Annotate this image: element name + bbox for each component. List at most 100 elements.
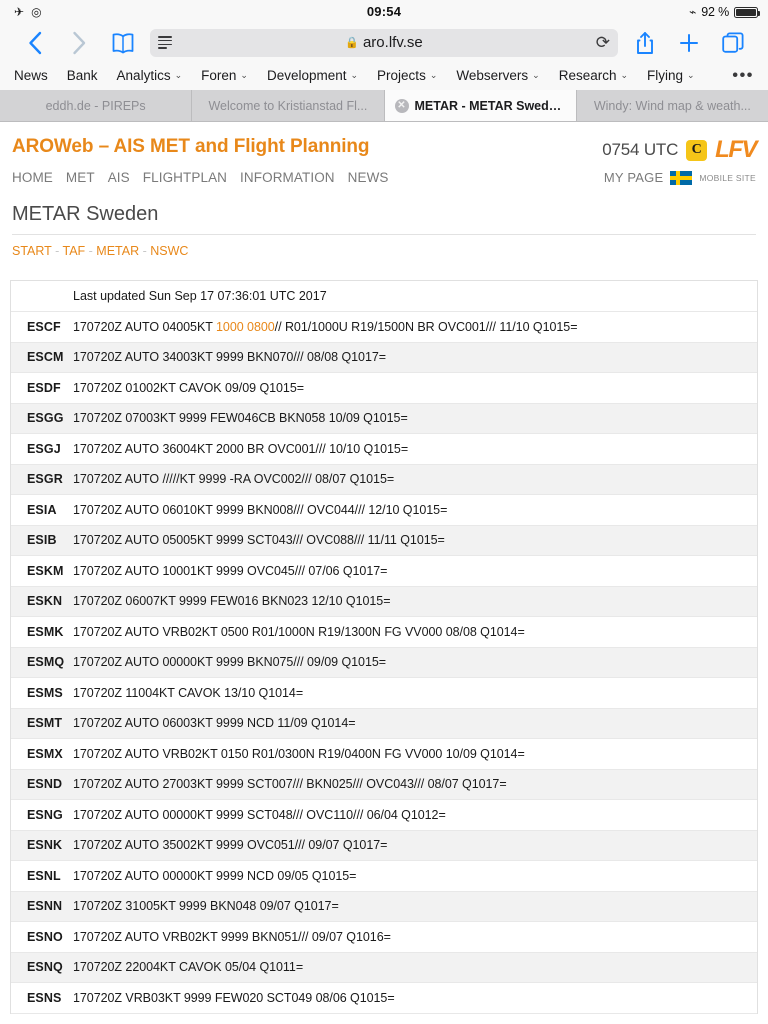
metar-row: ESNQ 170720Z 22004KT CAVOK 05/04 Q1011= (11, 952, 757, 983)
bookmark-label: Bank (66, 68, 98, 83)
icao-code: ESIB (27, 533, 57, 548)
icao-code: ESGJ (27, 441, 61, 456)
metar-text-part: 170720Z AUTO 04005KT (73, 319, 217, 334)
chevron-down-icon: ⌄ (240, 70, 248, 80)
metar-text-part: 170720Z AUTO 36004KT 2000 BR OVC001/// 1… (73, 441, 409, 456)
bookmark-news[interactable]: News (14, 68, 48, 83)
metar-row: ESGJ 170720Z AUTO 36004KT 2000 BR OVC001/… (11, 434, 757, 465)
metar-text-part: 170720Z AUTO 00000KT 9999 SCT048/// OVC1… (73, 807, 446, 822)
browser-tab[interactable]: Windy: Wind map & weath... (576, 90, 768, 121)
chevron-down-icon: ⌄ (174, 70, 183, 80)
chevron-down-icon: ⌄ (429, 70, 438, 80)
address-bar[interactable]: 🔒 aro.lfv.se ⟳ (150, 28, 618, 57)
icao-code: ESMX (27, 746, 63, 761)
metar-text-part: 170720Z AUTO 10001KT 9999 OVC045/// 07/0… (73, 563, 388, 578)
icao-code: ESMK (27, 624, 64, 639)
bookmarks-icon[interactable] (101, 26, 145, 60)
nav-item-information[interactable]: INFORMATION (240, 170, 335, 185)
bookmark-analytics[interactable]: Analytics ⌄ (117, 68, 183, 83)
metar-row: ESGG 170720Z 07003KT 9999 FEW046CB BKN058… (11, 403, 757, 434)
metar-report-text: 170720Z AUTO 34003KT 9999 BKN070/// 08/0… (73, 350, 386, 364)
icao-code: ESCF (27, 319, 61, 334)
browser-tab[interactable]: Welcome to Kristianstad Fl... (192, 90, 385, 121)
share-icon[interactable] (623, 26, 667, 60)
metar-report-text: 170720Z AUTO 06010KT 9999 BKN008/// OVC0… (73, 503, 447, 517)
metar-report-text: 170720Z AUTO VRB02KT 0150 R01/0300N R19/… (73, 747, 525, 761)
metar-report-text: 170720Z AUTO 05005KT 9999 SCT043/// OVC0… (73, 533, 445, 547)
metar-text-part: 170720Z AUTO 00000KT 9999 BKN075/// 09/0… (73, 655, 386, 670)
bookmark-webservers[interactable]: Webservers ⌄ (456, 68, 539, 83)
back-button[interactable] (13, 26, 57, 60)
metar-report-text: 170720Z 31005KT 9999 BKN048 09/07 Q1017= (73, 899, 339, 913)
metar-text-part: 170720Z 11004KT CAVOK 13/10 Q1014= (73, 685, 304, 700)
metar-text-part: 170720Z AUTO 27003KT 9999 SCT007/// BKN0… (73, 777, 507, 792)
nav-item-ais[interactable]: AIS (108, 170, 130, 185)
breadcrumb-link-metar[interactable]: METAR (96, 244, 139, 258)
metar-row: ESCF 170720Z AUTO 04005KT 1000 0800// R01… (11, 312, 757, 343)
icao-code: ESCM (27, 350, 64, 365)
new-tab-button[interactable] (667, 26, 711, 60)
tab-bar: eddh.de - PIREPs Welcome to Kristianstad … (0, 90, 768, 122)
utc-clock: 0754 UTC (602, 140, 679, 159)
nav-item-flightplan[interactable]: FLIGHTPLAN (143, 170, 227, 185)
bookmark-label: Projects (377, 68, 426, 83)
icao-code: ESDF (27, 380, 61, 395)
swedish-flag-icon[interactable] (670, 170, 693, 185)
icao-code: ESNL (27, 868, 61, 883)
bookmark-projects[interactable]: Projects ⌄ (377, 68, 437, 83)
breadcrumb: START - TAF - METAR - NSWC (0, 235, 768, 258)
metar-row: ESNS 170720Z VRB03KT 9999 FEW020 SCT049 0… (11, 983, 757, 1014)
metar-text-part: 170720Z AUTO 00000KT 9999 NCD 09/05 Q101… (73, 868, 357, 883)
bookmark-bank[interactable]: Bank (67, 68, 98, 83)
metar-text-part: 170720Z AUTO 34003KT 9999 BKN070/// 08/0… (73, 350, 386, 365)
forward-button[interactable] (57, 26, 101, 60)
icao-code: ESNN (27, 899, 63, 914)
site-title: AROWeb – AIS MET and Flight Planning (12, 136, 370, 157)
metar-report-text: 170720Z AUTO 00000KT 9999 SCT048/// OVC1… (73, 808, 446, 822)
url-text: aro.lfv.se (362, 34, 423, 51)
my-page-link[interactable]: MY PAGE (604, 170, 663, 185)
metar-row: ESMX 170720Z AUTO VRB02KT 0150 R01/0300N … (11, 739, 757, 770)
breadcrumb-link-nswc[interactable]: NSWC (150, 244, 188, 258)
celsius-badge[interactable]: C (686, 139, 708, 161)
metar-text-part: 170720Z AUTO VRB02KT 9999 BKN051/// 09/0… (73, 929, 391, 944)
reload-icon[interactable]: ⟳ (596, 34, 610, 51)
bookmark-flying[interactable]: Flying ⌄ (647, 68, 695, 83)
bookmarks-overflow-button[interactable]: ••• (732, 61, 754, 90)
close-tab-icon[interactable]: ✕ (394, 98, 409, 113)
nav-item-news[interactable]: NEWS (348, 170, 389, 185)
page-title: METAR Sweden (12, 203, 159, 225)
browser-tab[interactable]: eddh.de - PIREPs (0, 90, 193, 121)
breadcrumb-link-start[interactable]: START (12, 244, 52, 258)
site-nav-right: MY PAGE MOBILE SITE (604, 170, 756, 185)
metar-text-part: 170720Z AUTO VRB02KT 0500 R01/1000N R19/… (73, 624, 525, 639)
metar-row: ESKN 170720Z 06007KT 9999 FEW016 BKN023 1… (11, 586, 757, 617)
icao-code: ESNO (27, 929, 63, 944)
metar-row: ESIA 170720Z AUTO 06010KT 9999 BKN008/// … (11, 495, 757, 526)
site-header-right: 0754 UTC C LFV (602, 136, 757, 162)
metar-report-text: 170720Z AUTO 10001KT 9999 OVC045/// 07/0… (73, 564, 387, 578)
metar-report-text: 170720Z AUTO 00000KT 9999 BKN075/// 09/0… (73, 655, 386, 669)
lfv-logo[interactable]: LFV (715, 138, 757, 162)
bookmark-foren[interactable]: Foren ⌄ (201, 68, 248, 83)
status-right-icons: ⌁ 92 % (689, 0, 761, 24)
mobile-site-link[interactable]: MOBILE SITE (699, 173, 756, 183)
metar-row: ESND 170720Z AUTO 27003KT 9999 SCT007/// … (11, 769, 757, 800)
breadcrumb-link-taf[interactable]: TAF (62, 244, 85, 258)
nav-item-home[interactable]: HOME (12, 170, 53, 185)
nav-item-met[interactable]: MET (66, 170, 95, 185)
bookmark-label: Research (558, 68, 617, 83)
browser-tab-active[interactable]: ✕ METAR - METAR Swede... (384, 90, 577, 121)
metar-report-text: 170720Z VRB03KT 9999 FEW020 SCT049 08/06… (73, 991, 395, 1005)
metar-text-part: 170720Z AUTO 06010KT 9999 BKN008/// OVC0… (73, 502, 448, 517)
metar-row: ESMQ 170720Z AUTO 00000KT 9999 BKN075/// … (11, 647, 757, 678)
icao-code: ESNS (27, 990, 62, 1005)
bookmark-label: Flying (647, 68, 684, 83)
show-tabs-button[interactable] (711, 26, 755, 60)
bookmark-research[interactable]: Research ⌄ (559, 68, 628, 83)
bookmark-development[interactable]: Development ⌄ (267, 68, 358, 83)
metar-text-part: 170720Z 31005KT 9999 BKN048 09/07 Q1017= (73, 899, 339, 914)
battery-percent-label: 92 % (701, 5, 729, 19)
metar-report-text: 170720Z 06007KT 9999 FEW016 BKN023 12/10… (73, 594, 391, 608)
metar-row: ESNL 170720Z AUTO 00000KT 9999 NCD 09/05 … (11, 861, 757, 892)
